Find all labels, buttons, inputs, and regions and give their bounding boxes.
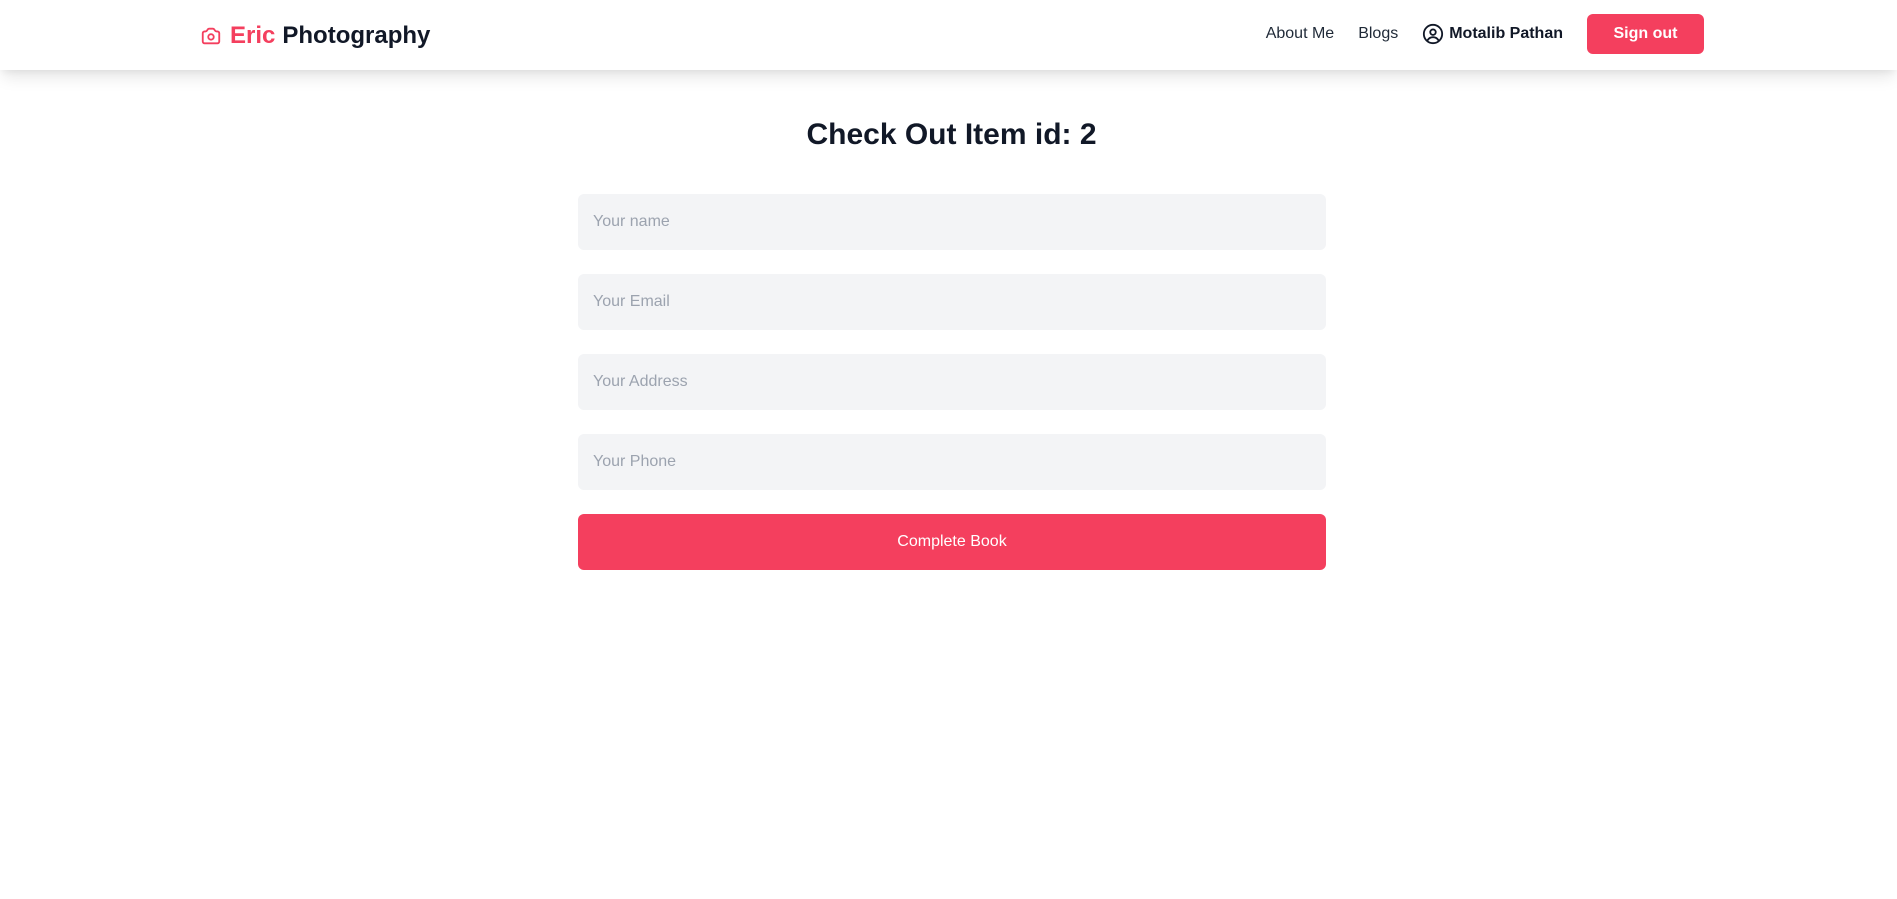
brand-logo-link[interactable]: Eric Photography	[200, 20, 430, 52]
email-input[interactable]	[578, 274, 1326, 330]
nav-menu: About Me Blogs Motalib Pathan Sign out	[1266, 14, 1704, 54]
user-circle-icon	[1423, 23, 1444, 45]
nav-link-blogs[interactable]: Blogs	[1358, 25, 1398, 43]
phone-input[interactable]	[578, 434, 1326, 490]
sign-out-button[interactable]: Sign out	[1587, 14, 1704, 54]
complete-book-button[interactable]: Complete Book	[578, 514, 1326, 570]
user-info: Motalib Pathan	[1422, 23, 1563, 45]
address-input[interactable]	[578, 354, 1326, 410]
name-input[interactable]	[578, 194, 1326, 250]
page-title: Check Out Item id: 2	[806, 118, 1097, 151]
brand-name-first: Eric	[230, 22, 276, 49]
checkout-form: Complete Book	[578, 194, 1326, 570]
nav-link-about-me[interactable]: About Me	[1266, 25, 1334, 43]
navbar: Eric Photography About Me Blogs Motalib …	[0, 0, 1897, 70]
camera-icon	[201, 27, 221, 45]
user-name: Motalib Pathan	[1449, 25, 1563, 42]
brand-name-second: Photography	[282, 22, 431, 49]
